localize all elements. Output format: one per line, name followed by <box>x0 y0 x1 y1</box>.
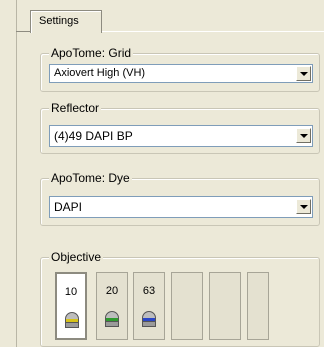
objective-slot-3[interactable]: 63 <box>133 272 165 340</box>
objective-magnification: 10 <box>64 286 78 298</box>
chevron-down-icon <box>300 134 308 138</box>
apotome-grid-value: Axiovert High (VH) <box>54 67 146 79</box>
objective-group: Objective 10 20 63 <box>40 250 320 347</box>
objective-magnification: 63 <box>142 285 156 297</box>
tab-settings-label: Settings <box>39 15 79 27</box>
objective-slot-5[interactable] <box>209 272 241 340</box>
apotome-dye-dropdown-button[interactable] <box>296 199 311 214</box>
apotome-grid-group: ApoTome: Grid Axiovert High (VH) <box>40 46 320 92</box>
reflector-label: Reflector <box>49 101 102 115</box>
reflector-dropdown-button[interactable] <box>296 128 311 143</box>
objective-slot-6[interactable] <box>247 272 269 340</box>
objective-slot-1[interactable]: 10 <box>55 272 87 340</box>
apotome-dye-value: DAPI <box>54 200 83 214</box>
reflector-group: Reflector (4)49 DAPI BP <box>40 101 320 154</box>
apotome-grid-label: ApoTome: Grid <box>49 46 134 60</box>
objective-slot-4[interactable] <box>171 272 203 340</box>
apotome-grid-select[interactable]: Axiovert High (VH) <box>49 64 313 83</box>
chevron-down-icon <box>300 72 308 76</box>
apotome-grid-dropdown-button[interactable] <box>296 66 311 81</box>
objective-magnification: 20 <box>105 285 119 297</box>
apotome-dye-label: ApoTome: Dye <box>49 171 132 185</box>
apotome-dye-group: ApoTome: Dye DAPI <box>40 171 320 226</box>
reflector-select[interactable]: (4)49 DAPI BP <box>49 125 313 147</box>
chevron-down-icon <box>300 205 308 209</box>
objective-label: Objective <box>49 250 104 264</box>
objective-slot-2[interactable]: 20 <box>96 272 128 340</box>
objective-lens-icon <box>105 311 119 327</box>
objective-lens-icon <box>65 312 79 328</box>
objective-lens-icon <box>142 311 156 327</box>
tab-strip-highlight <box>100 31 324 32</box>
reflector-value: (4)49 DAPI BP <box>54 129 133 143</box>
panel-left-border <box>16 0 17 347</box>
tab-settings[interactable]: Settings <box>30 10 102 33</box>
apotome-dye-select[interactable]: DAPI <box>49 196 313 218</box>
